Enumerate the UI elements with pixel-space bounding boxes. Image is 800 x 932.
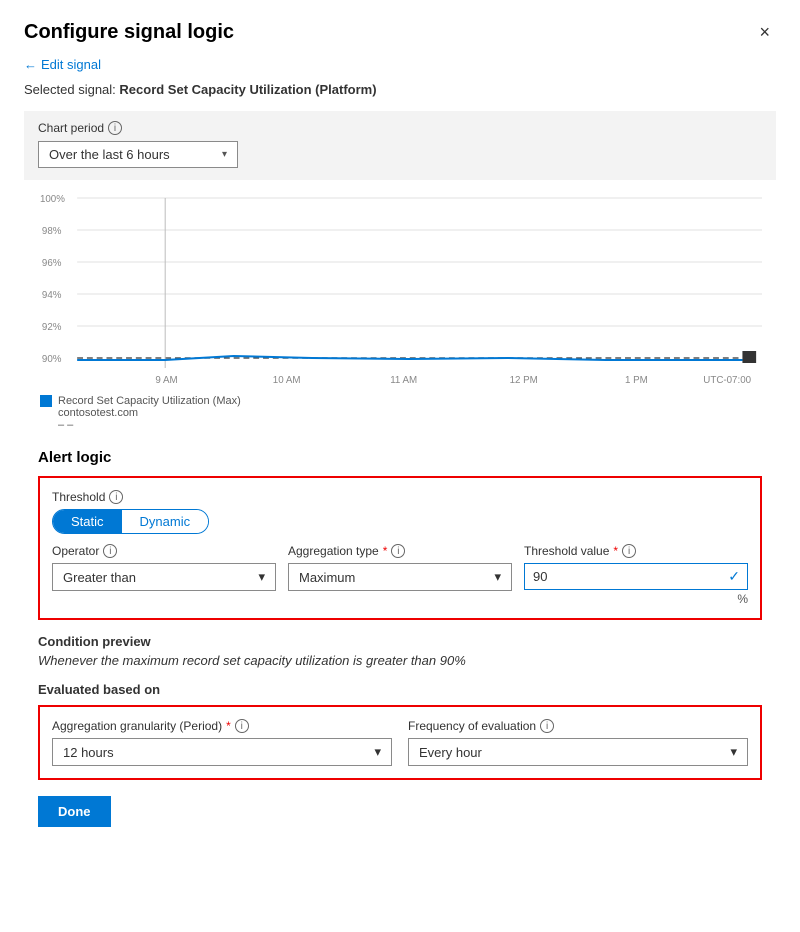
- operator-label: Operator i: [52, 544, 276, 558]
- operator-field-group: Operator i Greater than ▾: [52, 544, 276, 591]
- close-button[interactable]: ×: [753, 20, 776, 45]
- condition-preview-text: Whenever the maximum record set capacity…: [38, 653, 762, 668]
- evaluated-based-on-title: Evaluated based on: [38, 682, 762, 697]
- aggregation-granularity-label: Aggregation granularity (Period) * i: [52, 719, 392, 733]
- condition-preview-title: Condition preview: [38, 634, 762, 649]
- svg-text:90%: 90%: [42, 354, 62, 365]
- svg-text:100%: 100%: [40, 194, 65, 205]
- threshold-value-label: Threshold value * i: [524, 544, 748, 558]
- frequency-evaluation-label: Frequency of evaluation i: [408, 719, 748, 733]
- panel-header: Configure signal logic ×: [24, 20, 776, 45]
- edit-signal-link[interactable]: ← Edit signal: [24, 57, 101, 72]
- aggregation-granularity-value: 12 hours: [63, 745, 114, 760]
- aggregation-type-chevron-icon: ▾: [494, 569, 501, 585]
- svg-text:10 AM: 10 AM: [273, 375, 301, 386]
- aggregation-granularity-dropdown[interactable]: 12 hours ▾: [52, 738, 392, 766]
- selected-signal-name: Record Set Capacity Utilization (Platfor…: [119, 82, 376, 97]
- aggregation-type-info-icon: i: [391, 544, 405, 558]
- threshold-toggle-group: Static Dynamic: [52, 509, 209, 534]
- aggregation-type-label: Aggregation type * i: [288, 544, 512, 558]
- dynamic-toggle-button[interactable]: Dynamic: [122, 510, 209, 533]
- evaluated-based-on-section: Evaluated based on Aggregation granulari…: [38, 682, 762, 780]
- percent-label: %: [524, 592, 748, 606]
- svg-text:9 AM: 9 AM: [155, 375, 177, 386]
- operator-value: Greater than: [63, 570, 136, 585]
- frequency-evaluation-field: Frequency of evaluation i Every hour ▾: [408, 719, 748, 766]
- svg-text:92%: 92%: [42, 322, 62, 333]
- threshold-value-input[interactable]: [524, 563, 748, 590]
- svg-text:94%: 94%: [42, 290, 62, 301]
- svg-text:1 PM: 1 PM: [625, 375, 648, 386]
- threshold-info-icon: i: [109, 490, 123, 504]
- threshold-value-info-icon: i: [622, 544, 636, 558]
- svg-text:11 AM: 11 AM: [390, 375, 417, 386]
- selected-signal-info: Selected signal: Record Set Capacity Uti…: [24, 82, 776, 97]
- panel-title: Configure signal logic: [24, 21, 234, 44]
- operator-chevron-icon: ▾: [258, 569, 265, 585]
- chart-area: 100% 98% 96% 94% 92% 90% 9 AM 10 AM 11 A…: [24, 180, 776, 435]
- alert-logic-box: Threshold i Static Dynamic Operator i Gr…: [38, 476, 762, 620]
- chart-period-label: Chart period i: [38, 121, 762, 135]
- chart-period-section: Chart period i Over the last 6 hours ▾: [24, 111, 776, 180]
- chart-period-dropdown[interactable]: Over the last 6 hours ▾: [38, 141, 238, 168]
- aggregation-granularity-chevron-icon: ▾: [374, 744, 381, 760]
- check-icon: ✓: [728, 568, 740, 585]
- footer: Done: [38, 796, 762, 827]
- threshold-value-field-group: Threshold value * i ✓ %: [524, 544, 748, 606]
- chart-legend-dashes: – –: [40, 419, 762, 431]
- frequency-info-icon: i: [540, 719, 554, 733]
- aggregation-granularity-info-icon: i: [235, 719, 249, 733]
- alert-fields-row: Operator i Greater than ▾ Aggregation ty…: [52, 544, 748, 606]
- frequency-evaluation-value: Every hour: [419, 745, 482, 760]
- chart-legend-line: Record Set Capacity Utilization (Max): [40, 395, 762, 407]
- chart-period-info-icon: i: [108, 121, 122, 135]
- svg-text:12 PM: 12 PM: [510, 375, 538, 386]
- aggregation-type-dropdown[interactable]: Maximum ▾: [288, 563, 512, 591]
- aggregation-type-value: Maximum: [299, 570, 355, 585]
- condition-preview-section: Condition preview Whenever the maximum r…: [38, 634, 762, 668]
- svg-text:96%: 96%: [42, 258, 62, 269]
- evaluated-box: Aggregation granularity (Period) * i 12 …: [38, 705, 762, 780]
- aggregation-type-field-group: Aggregation type * i Maximum ▾: [288, 544, 512, 591]
- chart-legend-sub: contosotest.com: [40, 407, 762, 419]
- chart-legend-title: Record Set Capacity Utilization (Max): [58, 395, 241, 407]
- arrow-icon: ←: [24, 57, 37, 72]
- threshold-label: Threshold i: [52, 490, 748, 504]
- evaluated-fields-row: Aggregation granularity (Period) * i 12 …: [52, 719, 748, 766]
- svg-text:UTC-07:00: UTC-07:00: [703, 375, 751, 386]
- threshold-input-wrapper: ✓: [524, 563, 748, 590]
- chevron-down-icon: ▾: [222, 149, 227, 160]
- legend-color-box: [40, 395, 52, 407]
- edit-signal-label: Edit signal: [41, 57, 101, 72]
- configure-signal-logic-panel: Configure signal logic × ← Edit signal S…: [0, 0, 800, 863]
- operator-info-icon: i: [103, 544, 117, 558]
- done-button[interactable]: Done: [38, 796, 111, 827]
- chart-period-value: Over the last 6 hours: [49, 147, 170, 162]
- chart-legend: Record Set Capacity Utilization (Max) co…: [38, 395, 762, 431]
- frequency-evaluation-dropdown[interactable]: Every hour ▾: [408, 738, 748, 766]
- chart-svg: 100% 98% 96% 94% 92% 90% 9 AM 10 AM 11 A…: [38, 188, 762, 388]
- aggregation-granularity-field: Aggregation granularity (Period) * i 12 …: [52, 719, 392, 766]
- alert-logic-title: Alert logic: [38, 449, 762, 466]
- static-toggle-button[interactable]: Static: [53, 510, 122, 533]
- frequency-chevron-icon: ▾: [730, 744, 737, 760]
- operator-dropdown[interactable]: Greater than ▾: [52, 563, 276, 591]
- svg-text:98%: 98%: [42, 226, 62, 237]
